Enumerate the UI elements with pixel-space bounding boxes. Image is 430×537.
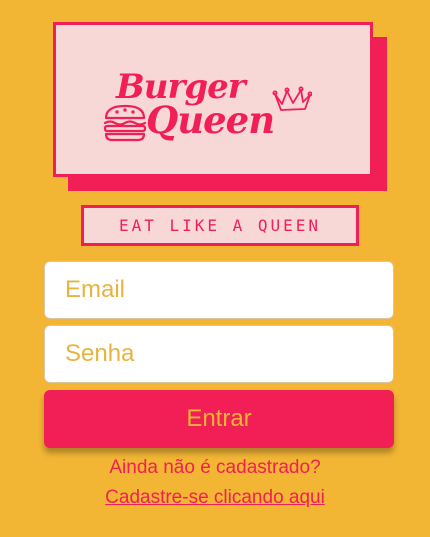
crown-icon <box>272 86 312 111</box>
signup-link[interactable]: Cadastre-se clicando aqui <box>0 487 430 509</box>
email-input[interactable] <box>44 261 394 319</box>
burger-icon <box>103 104 147 142</box>
tagline: EAT LIKE A QUEEN <box>118 216 322 235</box>
signup-question: Ainda não é cadastrado? <box>109 457 321 478</box>
brand-name-line2: Queen <box>146 98 275 142</box>
password-input[interactable] <box>44 325 394 383</box>
login-button[interactable]: Entrar <box>44 390 394 448</box>
tagline-box: EAT LIKE A QUEEN <box>81 205 359 246</box>
brand-logo: Burger Queen <box>100 62 316 152</box>
